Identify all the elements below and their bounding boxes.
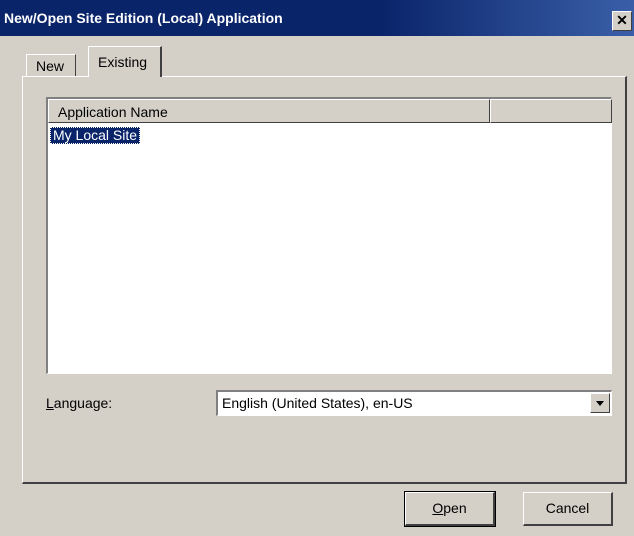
language-select[interactable]: English (United States), en-US (216, 390, 612, 416)
tab-new[interactable]: New (26, 54, 76, 76)
close-icon: ✕ (616, 12, 628, 28)
language-label-accel: L (46, 395, 54, 411)
language-select-value: English (United States), en-US (222, 395, 413, 411)
column-header-blank[interactable] (490, 99, 612, 123)
tab-new-label: New (36, 58, 65, 74)
title-bar[interactable]: New/Open Site Edition (Local) Applicatio… (0, 0, 634, 36)
open-button[interactable]: Open (404, 491, 496, 527)
dialog-window: New/Open Site Edition (Local) Applicatio… (0, 0, 634, 536)
list-item[interactable]: My Local Site (50, 127, 141, 144)
chevron-down-icon[interactable] (590, 393, 610, 413)
column-header-application-name[interactable]: Application Name (48, 99, 490, 123)
tab-existing[interactable]: Existing (88, 46, 162, 77)
list-header: Application Name (48, 99, 612, 123)
open-button-accel: O (432, 500, 444, 516)
window-title: New/Open Site Edition (Local) Applicatio… (4, 10, 283, 26)
language-label: Language: (46, 395, 112, 411)
application-list[interactable]: Application Name My Local Site (46, 97, 612, 374)
tab-existing-label: Existing (98, 54, 148, 70)
language-label-rest: anguage: (53, 395, 113, 411)
cancel-button[interactable]: Cancel (523, 492, 613, 526)
close-button[interactable]: ✕ (612, 11, 632, 31)
open-button-rest: pen (443, 500, 467, 516)
